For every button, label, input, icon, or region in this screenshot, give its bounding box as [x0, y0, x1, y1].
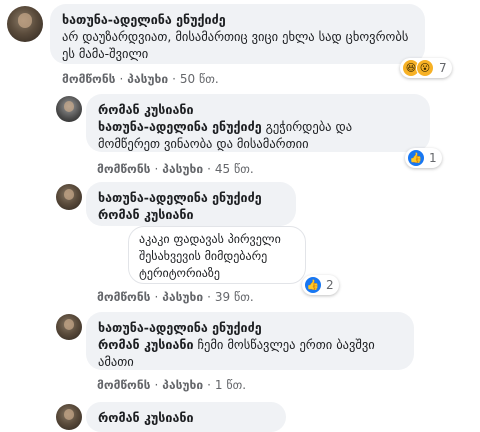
comment-bubble: ხათუნა-ადელინა ენუქიძე არ დაუზარდვიათ, მ…	[50, 4, 425, 64]
reaction-summary[interactable]: 👍 2	[302, 275, 339, 295]
reaction-count: 2	[326, 278, 334, 292]
avatar[interactable]	[56, 96, 82, 122]
reaction-summary[interactable]: 😆 😮 7	[400, 58, 452, 78]
mention-tag[interactable]: რომან კუსიანი	[98, 337, 194, 352]
comment-text: აკაკი ფადავას პირველი	[139, 232, 281, 246]
reply-button[interactable]: პასუხი	[162, 290, 203, 304]
comment-actions: მომწონს · პასუხი · 39 წთ.	[97, 290, 254, 304]
reaction-count: 7	[439, 61, 447, 75]
comment-bubble: ხათუნა-ადელინა ენუქიძე რომან კუსიანი	[86, 182, 296, 226]
comment-bubble: რომან კუსიანი ხათუნა-ადელინა ენუქიძე გეჭ…	[86, 94, 430, 152]
reaction-summary[interactable]: 👍 1	[405, 148, 442, 168]
wow-icon: 😮	[416, 59, 434, 77]
like-button[interactable]: მომწონს	[62, 72, 115, 86]
comment-author[interactable]: ხათუნა-ადელინა ენუქიძე	[98, 189, 284, 206]
comment-text: ეს მამა-შვილი	[62, 46, 149, 61]
comment-time[interactable]: 50 წთ.	[180, 72, 219, 86]
comment-text-part: გეჭირდება და	[265, 119, 353, 134]
mention-tag[interactable]: ხათუნა-ადელინა ენუქიძე	[98, 119, 262, 134]
comment-text: ტერიტორიაზე	[139, 266, 220, 280]
comment-text: მომწერეთ ვინაობა და მისამართიი	[98, 136, 309, 151]
like-button[interactable]: მომწონს	[97, 378, 150, 392]
like-icon: 👍	[408, 150, 424, 166]
avatar[interactable]	[56, 404, 82, 430]
comment-actions: მომწონს · პასუხი · 1 წთ.	[97, 378, 247, 392]
comment-actions: მომწონს · პასუხი · 45 წთ.	[97, 162, 254, 176]
comment-text: ამათი	[98, 354, 134, 369]
comment-actions: მომწონს · პასუხი · 50 წთ.	[62, 72, 219, 86]
comment-author[interactable]: რომან კუსიანი	[98, 101, 418, 118]
like-icon: 👍	[305, 277, 321, 293]
comment-author[interactable]: ხათუნა-ადელინა ენუქიძე	[98, 319, 402, 336]
comment-text: რომან კუსიანი ჩემი მოსწავლეა ერთი ბავშვი	[98, 336, 402, 353]
like-button[interactable]: მომწონს	[97, 162, 150, 176]
comment-time[interactable]: 39 წთ.	[215, 290, 254, 304]
like-button[interactable]: მომწონს	[97, 290, 150, 304]
comment-author[interactable]: რომან კუსიანი	[98, 409, 274, 426]
comment-author[interactable]: ხათუნა-ადელინა ენუქიძე	[62, 11, 413, 28]
comment-time[interactable]: 1 წთ.	[215, 378, 246, 392]
comment-bubble: ხათუნა-ადელინა ენუქიძე რომან კუსიანი ჩემ…	[86, 312, 414, 370]
comment-time[interactable]: 45 წთ.	[215, 162, 254, 176]
reply-button[interactable]: პასუხი	[162, 162, 203, 176]
comment-attachment-bubble: აკაკი ფადავას პირველი შესახვევის მიმდება…	[128, 226, 306, 284]
comment-bubble: რომან კუსიანი	[86, 402, 286, 432]
mention-tag[interactable]: რომან კუსიანი	[98, 206, 284, 223]
comment-text: არ დაუზარდვიათ, მისამართიც ვიცი ეხლა სად…	[62, 29, 409, 44]
reply-button[interactable]: პასუხი	[162, 378, 203, 392]
avatar[interactable]	[56, 314, 82, 340]
avatar[interactable]	[56, 184, 82, 210]
avatar[interactable]	[7, 6, 43, 42]
comment-text: ხათუნა-ადელინა ენუქიძე გეჭირდება და	[98, 118, 418, 135]
reply-button[interactable]: პასუხი	[127, 72, 168, 86]
comment-text: შესახვევის მიმდებარე	[139, 249, 268, 263]
reaction-count: 1	[429, 151, 437, 165]
comment-text-part: ჩემი მოსწავლეა ერთი ბავშვი	[197, 337, 375, 352]
